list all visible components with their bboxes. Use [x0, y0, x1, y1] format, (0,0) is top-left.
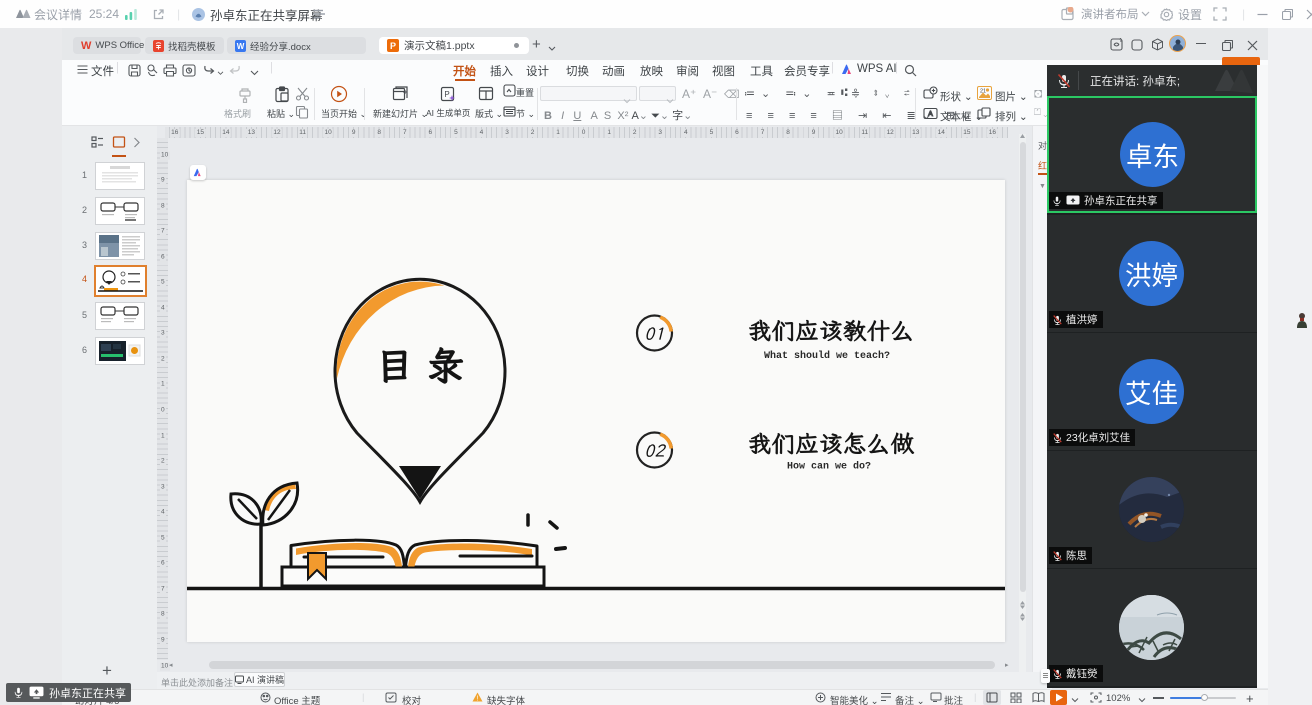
svg-text:P: P: [390, 41, 396, 51]
svg-text:How can we do?: How can we do?: [787, 461, 871, 473]
svg-text:!: !: [477, 696, 479, 703]
svg-text:What should we teach?: What should we teach?: [764, 350, 890, 362]
svg-text:A: A: [928, 111, 933, 118]
svg-text:我们应该教什么: 我们应该教什么: [748, 315, 915, 346]
svg-text:W: W: [237, 42, 245, 51]
svg-text:21: 21: [980, 89, 986, 95]
svg-text:我们应该怎么做: 我们应该怎么做: [748, 428, 915, 459]
svg-text:02: 02: [644, 439, 666, 462]
svg-text:目 录: 目 录: [375, 340, 464, 390]
svg-text:P: P: [444, 90, 449, 99]
svg-text:01: 01: [644, 322, 664, 345]
